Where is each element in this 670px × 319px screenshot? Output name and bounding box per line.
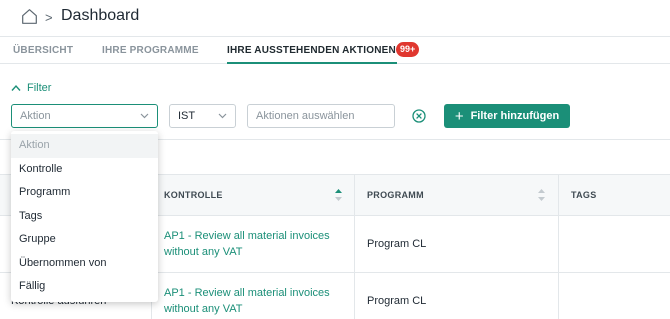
filter-field-select[interactable]: Aktion (11, 104, 158, 128)
top-bar: > Dashboard (0, 0, 670, 36)
filter-value-input[interactable] (247, 104, 395, 128)
dropdown-option-kontrolle[interactable]: Kontrolle (11, 158, 158, 182)
column-header-programm[interactable]: PROGRAMM (354, 175, 558, 216)
sort-icon[interactable] (538, 189, 545, 201)
tab-pending-actions[interactable]: IHRE AUSSTEHENDEN AKTIONEN (227, 37, 397, 64)
filter-operator-select[interactable]: IST (169, 104, 236, 128)
filter-field-dropdown: Aktion Kontrolle Programm Tags Gruppe Üb… (11, 131, 158, 302)
dropdown-option-faellig[interactable]: Fällig (11, 275, 158, 299)
clear-filter-icon[interactable] (412, 109, 426, 123)
add-filter-label: Filter hinzufügen (470, 110, 560, 122)
column-header-label: KONTROLLE (164, 190, 223, 200)
pending-count-badge: 99+ (396, 42, 420, 57)
tags-cell (558, 273, 670, 319)
tags-cell (558, 216, 670, 272)
column-header-label: TAGS (571, 190, 597, 200)
dropdown-option-tags[interactable]: Tags (11, 205, 158, 229)
filter-field-placeholder: Aktion (20, 110, 51, 122)
home-icon[interactable] (21, 8, 38, 25)
add-filter-button[interactable]: + Filter hinzufügen (444, 104, 570, 128)
tab-overview[interactable]: ÜBERSICHT (13, 37, 73, 64)
filter-operator-value: IST (178, 110, 196, 122)
chevron-up-icon (11, 84, 21, 91)
column-header-kontrolle[interactable]: KONTROLLE (151, 175, 354, 216)
breadcrumb-separator: > (45, 10, 53, 25)
dropdown-option-gruppe[interactable]: Gruppe (11, 228, 158, 252)
column-header-tags[interactable]: TAGS (558, 175, 670, 216)
tab-your-programs[interactable]: IHRE PROGRAMME (102, 37, 199, 64)
chevron-down-icon (140, 113, 149, 119)
kontrolle-link[interactable]: AP1 - Review all material invoices witho… (151, 273, 354, 319)
page-title: Dashboard (61, 7, 140, 24)
filter-toggle-label: Filter (27, 82, 52, 94)
programm-cell: Program CL (354, 216, 558, 272)
dropdown-placeholder: Aktion (11, 134, 158, 158)
filter-toggle[interactable]: Filter (11, 81, 51, 95)
chevron-down-icon (218, 113, 227, 119)
plus-icon: + (454, 107, 464, 125)
sort-asc-icon[interactable] (335, 189, 342, 201)
dropdown-option-uebernommen-von[interactable]: Übernommen von (11, 252, 158, 276)
column-header-label: PROGRAMM (367, 190, 424, 200)
dropdown-option-programm[interactable]: Programm (11, 181, 158, 205)
kontrolle-link[interactable]: AP1 - Review all material invoices witho… (151, 216, 354, 272)
tab-bar: ÜBERSICHT IHRE PROGRAMME IHRE AUSSTEHEND… (0, 36, 670, 64)
programm-cell: Program CL (354, 273, 558, 319)
